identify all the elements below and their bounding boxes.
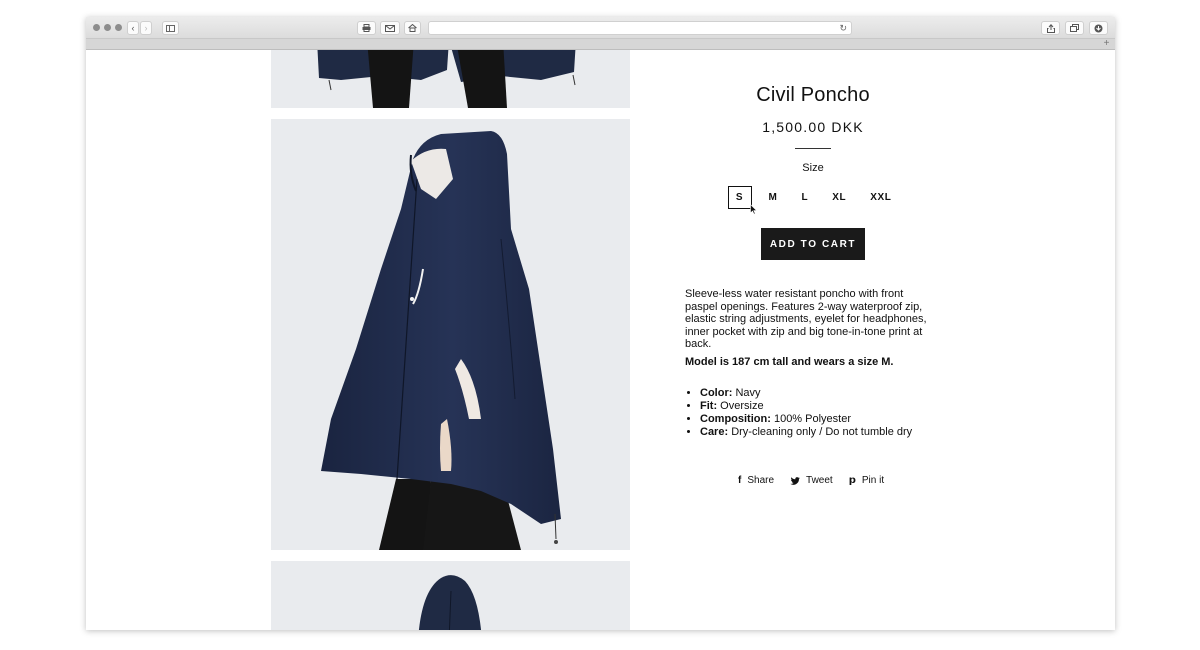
close-window-button[interactable] — [93, 24, 100, 31]
share-icon — [1046, 23, 1055, 33]
share-facebook-link[interactable]: f Share — [738, 475, 774, 486]
zoom-window-button[interactable] — [115, 24, 122, 31]
share-label: Share — [747, 475, 775, 486]
tab-bar: + — [86, 39, 1115, 50]
pin-label: Pin it — [861, 475, 885, 486]
size-option-xl[interactable]: XL — [825, 186, 853, 209]
minimize-window-button[interactable] — [104, 24, 111, 31]
printer-icon — [362, 24, 371, 32]
mouse-cursor-icon — [750, 204, 758, 215]
spec-value: Navy — [735, 387, 761, 399]
home-icon — [408, 24, 417, 32]
spec-key: Fit: — [700, 400, 718, 412]
new-tab-button[interactable]: + — [1101, 39, 1112, 50]
spec-key: Color: — [700, 387, 733, 399]
spec-value: 100% Polyester — [773, 413, 851, 425]
tweet-label: Tweet — [806, 475, 833, 486]
product-photo-main — [271, 119, 630, 550]
product-title: Civil Poncho — [756, 84, 870, 106]
product-photo-bottom — [271, 561, 630, 630]
forward-button[interactable]: › — [140, 21, 152, 35]
print-button[interactable] — [357, 21, 376, 35]
download-icon — [1094, 24, 1103, 32]
spec-item: Color: Navy — [700, 387, 912, 400]
share-pinterest-link[interactable]: 𝗽 Pin it — [849, 475, 884, 486]
sidebar-button[interactable] — [162, 21, 179, 35]
poncho-side-view-image — [271, 119, 630, 550]
size-option-xxl[interactable]: XXL — [863, 186, 898, 209]
address-bar[interactable]: ↻ — [428, 21, 852, 35]
spec-value: Dry-cleaning only / Do not tumble dry — [731, 426, 913, 438]
twitter-icon — [790, 476, 800, 485]
product-specs: Color: Navy Fit: Oversize Composition: 1… — [700, 387, 912, 439]
product-info: Civil Poncho 1,500.00 DKK Size S M L XL … — [684, 84, 942, 260]
model-size-note: Model is 187 cm tall and wears a size M. — [685, 356, 894, 368]
browser-toolbar: ‹ › ↻ — [86, 17, 1115, 39]
tabs-overview-button[interactable] — [1065, 21, 1084, 35]
mail-button[interactable] — [380, 21, 400, 35]
downloads-button[interactable] — [1089, 21, 1108, 35]
mail-icon — [385, 24, 395, 32]
chevron-left-icon: ‹ — [131, 23, 135, 33]
size-option-l[interactable]: L — [794, 186, 815, 209]
chevron-right-icon: › — [144, 23, 148, 33]
tabs-icon — [1070, 24, 1079, 32]
product-page: Civil Poncho 1,500.00 DKK Size S M L XL … — [86, 50, 1115, 630]
facebook-icon: f — [738, 475, 742, 486]
product-description: Sleeve-less water resistant poncho with … — [685, 288, 927, 350]
share-page-button[interactable] — [1041, 21, 1060, 35]
social-share-bar: f Share Tweet 𝗽 Pin it — [738, 475, 884, 486]
spec-item: Fit: Oversize — [700, 400, 912, 413]
product-price: 1,500.00 DKK — [762, 119, 864, 135]
share-twitter-link[interactable]: Tweet — [790, 475, 833, 486]
add-to-cart-button[interactable]: ADD TO CART — [761, 228, 865, 260]
size-selector: S M L XL XXL — [684, 186, 942, 209]
browser-window: ‹ › ↻ + Civil Poncho 1,500.00 DKK Size S… — [86, 17, 1115, 630]
size-option-m[interactable]: M — [762, 186, 785, 209]
spec-item: Care: Dry-cleaning only / Do not tumble … — [700, 426, 912, 439]
spec-key: Composition: — [700, 413, 771, 425]
size-label: Size — [802, 162, 824, 174]
back-button[interactable]: ‹ — [127, 21, 139, 35]
home-button[interactable] — [404, 21, 421, 35]
size-option-s[interactable]: S — [727, 186, 752, 209]
window-controls — [93, 24, 122, 31]
pinterest-icon: 𝗽 — [848, 475, 856, 486]
divider — [795, 148, 831, 149]
product-photo-top — [271, 50, 630, 108]
spec-key: Care: — [700, 426, 729, 438]
sidebar-icon — [166, 24, 175, 32]
poncho-hood-image — [271, 561, 630, 630]
spec-item: Composition: 100% Polyester — [700, 413, 912, 426]
reload-icon[interactable]: ↻ — [839, 22, 847, 34]
spec-value: Oversize — [720, 400, 764, 412]
poncho-hem-image — [271, 50, 630, 108]
